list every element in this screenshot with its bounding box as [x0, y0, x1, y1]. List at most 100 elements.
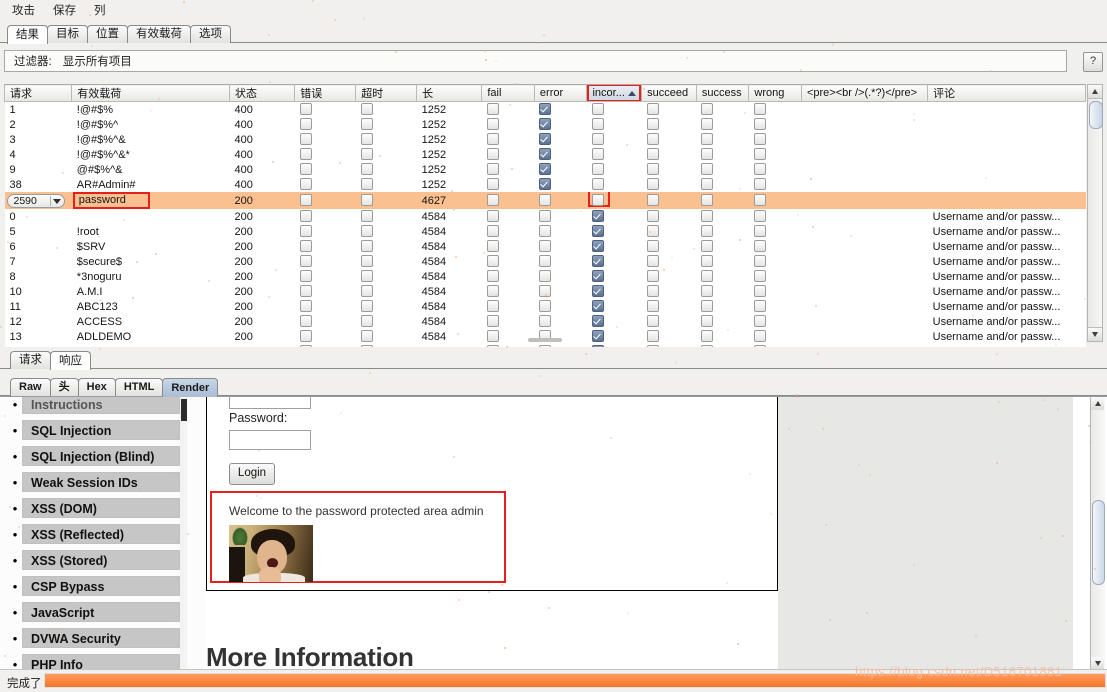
results-scrollbar-thumb[interactable]: [1089, 101, 1103, 129]
checkbox-fail[interactable]: [486, 239, 499, 252]
checkbox-timeout[interactable]: [360, 314, 373, 327]
checkbox-success[interactable]: [701, 162, 714, 175]
tab-raw[interactable]: Raw: [10, 378, 51, 396]
checkbox-error[interactable]: [299, 224, 312, 237]
checkbox-err[interactable]: [539, 224, 552, 237]
checkbox-incorrect[interactable]: [591, 162, 604, 175]
checkbox-succeed[interactable]: [646, 162, 659, 175]
checkbox-fail[interactable]: [486, 209, 499, 222]
checkbox-success[interactable]: [701, 284, 714, 297]
checkbox-succeed[interactable]: [646, 254, 659, 267]
checkbox-succeed[interactable]: [646, 117, 659, 130]
column-header-request[interactable]: 请求: [3, 84, 73, 102]
checkbox-error[interactable]: [299, 117, 312, 130]
sidebar-item-javascript[interactable]: • JavaScript: [8, 599, 180, 625]
checkbox-succeed[interactable]: [646, 284, 659, 297]
checkbox-wrong[interactable]: [753, 284, 766, 297]
checkbox-error[interactable]: [299, 314, 312, 327]
table-row[interactable]: 1 !@#$% 400 1252: [4, 101, 1086, 117]
checkbox-wrong[interactable]: [753, 269, 766, 282]
checkbox-fail[interactable]: [486, 132, 499, 145]
checkbox-incorrect[interactable]: [591, 239, 604, 252]
checkbox-wrong[interactable]: [753, 147, 766, 160]
table-horizontal-scroll-track[interactable]: [4, 338, 1086, 342]
checkbox-fail[interactable]: [486, 102, 499, 115]
checkbox-fail[interactable]: [486, 147, 499, 160]
checkbox-fail[interactable]: [486, 177, 499, 190]
checkbox-timeout[interactable]: [360, 239, 373, 252]
checkbox-error[interactable]: [299, 299, 312, 312]
checkbox-timeout[interactable]: [360, 102, 373, 115]
table-row[interactable]: 2 !@#$%^ 400 1252: [4, 117, 1086, 132]
checkbox-incorrect[interactable]: [591, 314, 604, 327]
column-header-timeout[interactable]: 超时: [355, 84, 418, 102]
column-header-length[interactable]: 长: [416, 84, 483, 102]
column-header-fail[interactable]: fail: [481, 84, 535, 102]
checkbox-wrong[interactable]: [753, 162, 766, 175]
checkbox-err[interactable]: [539, 299, 552, 312]
column-header-comment[interactable]: 评论: [927, 84, 1086, 102]
checkbox-succeed[interactable]: [646, 269, 659, 282]
tab-results[interactable]: 结果: [7, 25, 48, 44]
checkbox-fail[interactable]: [486, 314, 499, 327]
checkbox-incorrect[interactable]: [591, 254, 604, 267]
checkbox-succeed[interactable]: [646, 132, 659, 145]
checkbox-timeout[interactable]: [360, 284, 373, 297]
checkbox-timeout[interactable]: [360, 177, 373, 190]
table-row[interactable]: 0 200 4584 Username and/or passw...: [4, 209, 1086, 224]
table-row[interactable]: 9 @#$%^& 400 1252: [4, 162, 1086, 177]
table-row[interactable]: 7 $secure$ 200 4584 Username and/or passw...: [4, 254, 1086, 269]
checkbox-err[interactable]: [539, 132, 552, 145]
checkbox-err[interactable]: [539, 193, 552, 206]
tab-request[interactable]: 请求: [10, 351, 51, 369]
tab-html[interactable]: HTML: [114, 378, 164, 396]
checkbox-fail[interactable]: [486, 224, 499, 237]
checkbox-incorrect[interactable]: [591, 177, 604, 190]
scroll-up-arrow-icon[interactable]: [1088, 85, 1102, 99]
sidebar-item-weak-session-ids[interactable]: • Weak Session IDs: [8, 469, 180, 495]
sidebar-item-xss-stored[interactable]: • XSS (Stored): [8, 547, 180, 573]
table-row[interactable]: 2590 password 200 4627: [4, 192, 1086, 209]
checkbox-success[interactable]: [701, 269, 714, 282]
checkbox-succeed[interactable]: [646, 102, 659, 115]
sidebar-item-xss-reflected[interactable]: • XSS (Reflected): [8, 521, 180, 547]
checkbox-wrong[interactable]: [753, 132, 766, 145]
checkbox-success[interactable]: [701, 239, 714, 252]
checkbox-incorrect[interactable]: [591, 269, 604, 282]
checkbox-success[interactable]: [701, 299, 714, 312]
checkbox-fail[interactable]: [486, 254, 499, 267]
checkbox-incorrect[interactable]: [591, 193, 604, 206]
checkbox-error[interactable]: [299, 193, 312, 206]
checkbox-incorrect[interactable]: [591, 209, 604, 222]
checkbox-wrong[interactable]: [753, 117, 766, 130]
sidebar-item-sql-injection[interactable]: • SQL Injection: [8, 417, 180, 443]
tab-hex[interactable]: Hex: [77, 378, 116, 396]
checkbox-wrong[interactable]: [753, 193, 766, 206]
checkbox-succeed[interactable]: [646, 147, 659, 160]
checkbox-error[interactable]: [299, 132, 312, 145]
checkbox-fail[interactable]: [486, 299, 499, 312]
filter-bar[interactable]: 过滤器: 显示所有项目: [4, 50, 1067, 72]
menu-item-save[interactable]: 保存: [51, 1, 78, 19]
sidebar-item-xss-dom[interactable]: • XSS (DOM): [8, 495, 180, 521]
column-header-error[interactable]: 错误: [294, 84, 357, 102]
checkbox-incorrect[interactable]: [591, 147, 604, 160]
checkbox-err[interactable]: [539, 239, 552, 252]
request-index-spinner[interactable]: 2590: [6, 193, 65, 208]
sidebar-item-dvwa-security[interactable]: • DVWA Security: [8, 625, 180, 651]
table-row[interactable]: 6 $SRV 200 4584 Username and/or passw...: [4, 239, 1086, 254]
username-field[interactable]: [229, 397, 311, 409]
checkbox-success[interactable]: [701, 254, 714, 267]
checkbox-succeed[interactable]: [646, 239, 659, 252]
checkbox-success[interactable]: [701, 147, 714, 160]
checkbox-error[interactable]: [299, 102, 312, 115]
column-header-success[interactable]: success: [695, 84, 750, 102]
login-button[interactable]: Login: [229, 463, 275, 485]
column-header-pre[interactable]: <pre><br />(.*?)</pre>: [800, 84, 929, 102]
checkbox-timeout[interactable]: [360, 224, 373, 237]
tab-render[interactable]: Render: [162, 378, 219, 397]
sidebar-item-csp-bypass[interactable]: • CSP Bypass: [8, 573, 180, 599]
render-scrollbar[interactable]: [1090, 397, 1105, 670]
tab-target[interactable]: 目标: [47, 25, 88, 43]
checkbox-incorrect[interactable]: [591, 117, 604, 130]
